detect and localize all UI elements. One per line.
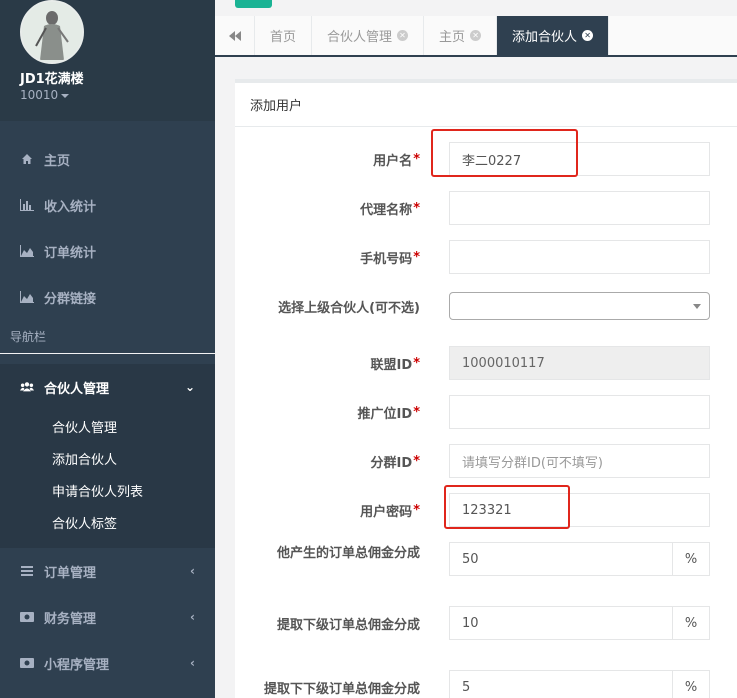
- highlight-box-username: [431, 129, 578, 177]
- commission-subsub-input[interactable]: 5: [449, 670, 673, 698]
- sidebar-item-label: 收入统计: [44, 199, 97, 215]
- agent-name-input[interactable]: [449, 191, 710, 225]
- form-row-promo-id: 推广位ID *: [235, 395, 737, 429]
- sidebar-item-miniprogram-management[interactable]: 小程序管理 ‹: [0, 640, 215, 686]
- sidebar-group-partner: 合伙人管理 ⌄ 合伙人管理 添加合伙人 申请合伙人列表 合伙人标签: [0, 364, 215, 548]
- form-row-parent: 选择上级合伙人(可不选): [235, 289, 737, 323]
- sidebar-item-order-stats[interactable]: 订单统计: [0, 228, 215, 274]
- close-icon[interactable]: ✕: [470, 30, 482, 41]
- sidebar-item-home[interactable]: 主页: [0, 136, 215, 182]
- chevron-left-icon: ‹: [190, 656, 195, 670]
- close-icon[interactable]: ✕: [582, 30, 594, 41]
- sidebar-item-finance-management[interactable]: 财务管理 ‹: [0, 594, 215, 640]
- sidebar-nav-more: 订单管理 ‹ 财务管理 ‹ 小程序管理 ‹: [0, 548, 215, 686]
- percent-addon: %: [672, 670, 710, 698]
- chevron-down-icon: ⌄: [184, 380, 195, 394]
- phone-input[interactable]: [449, 240, 710, 274]
- sidebar-item-label: 分群链接: [44, 291, 97, 307]
- sidebar-nav: 主页 收入统计 订单统计 分群链接: [0, 136, 215, 320]
- commission-subsub-label: 提取下下级订单总佣金分成: [263, 681, 420, 697]
- caret-down-icon: [61, 93, 70, 98]
- sidebar-item-order-management[interactable]: 订单管理 ‹: [0, 548, 215, 594]
- percent-addon: %: [672, 542, 710, 576]
- chevron-left-icon: ‹: [190, 564, 195, 578]
- subnav-partner-applications[interactable]: 申请合伙人列表: [0, 474, 215, 506]
- promo-id-input[interactable]: [449, 395, 710, 429]
- avatar[interactable]: [20, 0, 84, 64]
- sidebar-item-label: 订单统计: [44, 245, 97, 261]
- sidebar-item-label: 财务管理: [44, 611, 97, 627]
- profile-name: JD1花满楼: [20, 72, 84, 87]
- tabs-scroll-left-button[interactable]: [215, 16, 255, 55]
- sidebar-item-label: 订单管理: [44, 565, 97, 581]
- parent-label: 选择上级合伙人(可不选): [278, 300, 420, 316]
- group-id-label: 分群ID *: [370, 453, 420, 471]
- profile-id-dropdown[interactable]: 10010: [20, 88, 70, 102]
- form-row-agent-name: 代理名称 *: [235, 191, 737, 225]
- profile-id: 10010: [20, 88, 59, 102]
- menu-toggle-button[interactable]: [235, 0, 272, 8]
- area-chart-icon: [20, 290, 34, 304]
- tab-label: 首页: [270, 30, 297, 45]
- commission-sub-label: 提取下级订单总佣金分成: [276, 617, 420, 633]
- list-icon: [20, 564, 34, 578]
- users-icon: [20, 380, 34, 394]
- percent-addon: %: [672, 606, 710, 640]
- sidebar-item-label: 小程序管理: [44, 657, 110, 673]
- caret-down-icon: [693, 304, 701, 309]
- form-row-commission-subsub: 提取下下级订单总佣金分成 5 %: [235, 670, 737, 698]
- sidebar-item-label: 合伙人管理: [44, 381, 110, 397]
- profile-block: JD1花满楼 10010: [0, 0, 215, 121]
- subnav-partner-tags[interactable]: 合伙人标签: [0, 506, 215, 538]
- sidebar-item-group-links[interactable]: 分群链接: [0, 274, 215, 320]
- parent-select[interactable]: [449, 292, 710, 320]
- username-label: 用户名 *: [373, 151, 420, 169]
- commission-own-label: 他产生的订单总佣金分成: [276, 545, 420, 561]
- phone-label: 手机号码 *: [360, 249, 420, 267]
- subnav-partner-management[interactable]: 合伙人管理: [0, 410, 215, 442]
- promo-id-label: 推广位ID *: [357, 404, 420, 422]
- form-row-phone: 手机号码 *: [235, 240, 737, 274]
- tab-label: 添加合伙人: [512, 30, 578, 45]
- form-row-commission-sub: 提取下级订单总佣金分成 10 %: [235, 606, 737, 640]
- money-icon: [20, 656, 34, 670]
- sidebar-item-label: 主页: [44, 153, 71, 169]
- nav-section-label: 导航栏: [0, 320, 215, 354]
- money-icon: [20, 610, 34, 624]
- tab-main[interactable]: 主页 ✕: [424, 16, 498, 55]
- tab-label: 合伙人管理: [327, 30, 393, 45]
- close-icon[interactable]: ✕: [397, 30, 409, 41]
- form-row-group-id: 分群ID * 请填写分群ID(可不填写): [235, 444, 737, 478]
- tab-home[interactable]: 首页: [255, 16, 313, 55]
- tab-add-partner[interactable]: 添加合伙人 ✕: [497, 16, 610, 55]
- bar-chart-icon: [20, 198, 34, 212]
- tab-partner-management[interactable]: 合伙人管理 ✕: [312, 16, 425, 55]
- home-icon: [20, 152, 34, 166]
- commission-sub-input[interactable]: 10: [449, 606, 673, 640]
- union-id-label: 联盟ID *: [370, 355, 420, 373]
- sidebar: JD1花满楼 10010 主页 收入统计 订单统计 分群链接 导航栏 合伙人管理…: [0, 0, 215, 698]
- tab-label: 主页: [439, 30, 466, 45]
- password-label: 用户密码 *: [360, 502, 420, 520]
- form-row-commission-own: 他产生的订单总佣金分成 50 %: [235, 542, 737, 576]
- area-chart-icon: [20, 244, 34, 258]
- agent-name-label: 代理名称 *: [360, 200, 420, 218]
- panel-title: 添加用户: [235, 83, 737, 127]
- sidebar-subnav: 合伙人管理 添加合伙人 申请合伙人列表 合伙人标签: [0, 410, 215, 548]
- highlight-box-password: [444, 485, 570, 529]
- commission-own-input[interactable]: 50: [449, 542, 673, 576]
- sidebar-item-partner-management[interactable]: 合伙人管理 ⌄: [0, 364, 215, 410]
- chevron-left-icon: ‹: [190, 610, 195, 624]
- union-id-input: 1000010117: [449, 346, 710, 380]
- subnav-add-partner[interactable]: 添加合伙人: [0, 442, 215, 474]
- top-bar: [215, 0, 737, 16]
- group-id-input[interactable]: 请填写分群ID(可不填写): [449, 444, 710, 478]
- page-tabs: 首页 合伙人管理 ✕ 主页 ✕ 添加合伙人 ✕: [215, 16, 737, 57]
- double-chevron-left-icon: [228, 30, 241, 41]
- sidebar-item-income-stats[interactable]: 收入统计: [0, 182, 215, 228]
- form-row-union-id: 联盟ID * 1000010117: [235, 346, 737, 380]
